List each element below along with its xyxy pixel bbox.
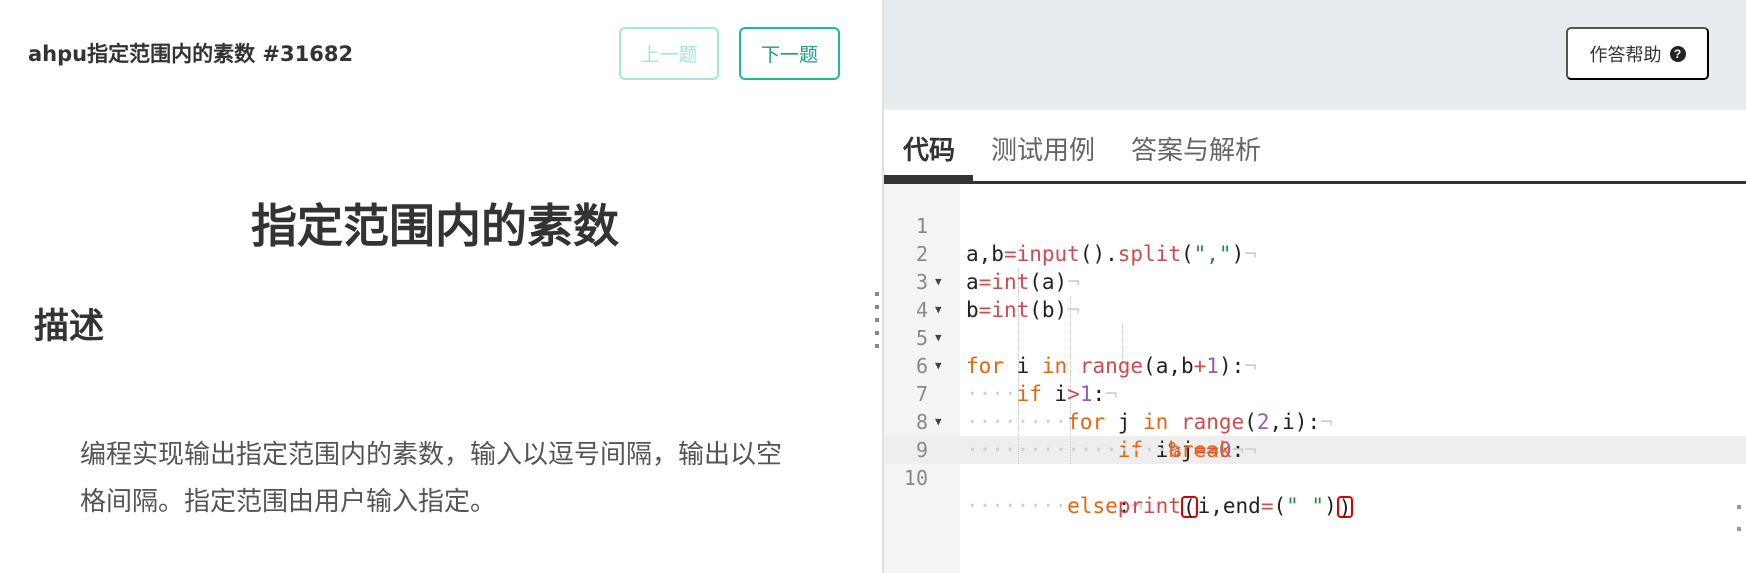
resize-handle[interactable] xyxy=(873,292,881,348)
fold-toggle-icon[interactable]: ▼ xyxy=(935,296,942,324)
code-line: 10 print(i,end=(" ")) xyxy=(884,436,1746,519)
code-line: 9 ▼ ········else:¬ xyxy=(884,408,1746,518)
problem-panel: ahpu指定范围内的素数 #31682 上一题 下一题 指定范围内的素数 描述 … xyxy=(0,0,882,573)
matched-bracket: ( xyxy=(1180,496,1198,520)
active-tab-indicator xyxy=(884,175,973,181)
code-line: 2 a=int(a)¬ xyxy=(884,212,1746,294)
description-line: 编程实现输出指定范围内的素数，输入以逗号间隔，输出以空 xyxy=(80,440,783,470)
tab-code[interactable]: 代码 xyxy=(903,130,955,167)
prev-problem-button[interactable]: 上一题 xyxy=(619,27,719,80)
code-line: 7 ▼ ············if i%j==0:¬ xyxy=(884,352,1746,462)
matched-bracket: ) xyxy=(1336,496,1354,520)
description-line: 格间隔。指定范围由用户输入指定。 xyxy=(80,487,497,517)
code-editor[interactable]: 1 a,b=input().split(",")¬ 2 a=int(a)¬ 3 … xyxy=(884,184,1746,573)
code-line: 1 a,b=input().split(",")¬ xyxy=(884,184,1746,266)
line-number: 10 xyxy=(903,466,928,490)
code-line: 8 ················break¬ xyxy=(884,380,1746,462)
edge-marker xyxy=(1737,505,1743,565)
fold-toggle-icon[interactable]: ▼ xyxy=(935,324,942,352)
next-problem-button[interactable]: 下一题 xyxy=(739,27,840,80)
code-text: print(i,end=(" ")) xyxy=(1117,494,1354,520)
description-heading: 描述 xyxy=(34,307,105,347)
code-line: 6 ▼ ········for j in range(2,i):¬ xyxy=(884,324,1746,434)
problem-header: ahpu指定范围内的素数 #31682 xyxy=(28,42,354,66)
fold-toggle-icon[interactable]: ▼ xyxy=(935,408,942,436)
answer-help-button[interactable]: 作答帮助 ? xyxy=(1566,27,1709,80)
question-circle-icon: ? xyxy=(1669,45,1686,62)
fold-toggle-icon[interactable]: ▼ xyxy=(935,268,942,296)
tab-test-cases[interactable]: 测试用例 xyxy=(991,130,1095,167)
fold-toggle-icon[interactable]: ▼ xyxy=(935,352,942,380)
code-line: 3 b=int(b)¬ xyxy=(884,240,1746,322)
problem-title: 指定范围内的素数 xyxy=(251,199,619,253)
help-label: 作答帮助 xyxy=(1589,44,1662,65)
code-line: 5 ▼ ····if i>1:¬ xyxy=(884,296,1746,406)
tab-answer-analysis[interactable]: 答案与解析 xyxy=(1131,130,1261,167)
code-line: 4 ▼ for i in range(a,b+1):¬ xyxy=(884,268,1746,378)
problem-description: 编程实现输出指定范围内的素数，输入以逗号间隔，输出以空 格间隔。指定范围由用户输… xyxy=(80,432,850,526)
editor-tabs: 代码 测试用例 答案与解析 xyxy=(884,110,1746,184)
